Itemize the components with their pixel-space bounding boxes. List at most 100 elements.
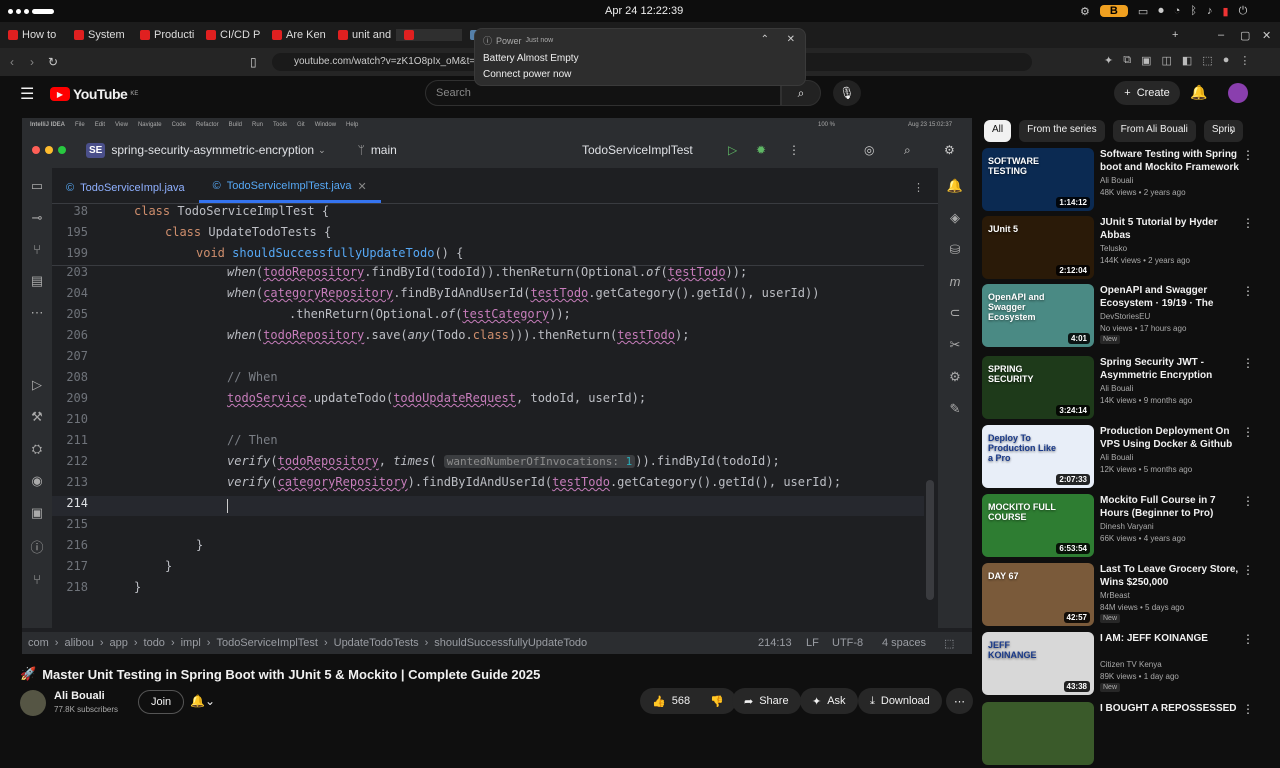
build-icon[interactable]: ⚒ [31,409,43,425]
breadcrumb-item[interactable]: todo [144,637,165,649]
mac-menu-item[interactable]: Build [229,122,242,128]
tab-todo-service-impl[interactable]: © TodoServiceImpl.java [52,173,199,203]
chip-spring[interactable]: Sprin [1203,120,1244,142]
mac-menu-item[interactable]: IntelliJ IDEA [30,122,65,128]
video-thumbnail[interactable]: MOCKITO FULL COURSE 6:53:54 [982,494,1094,557]
notifications-icon[interactable]: 🔔 [947,178,963,194]
channel-name[interactable]: Ali Bouali [54,690,105,702]
video-menu-icon[interactable]: ⋮ [1242,425,1254,439]
system-clock[interactable]: Apr 24 12:22:39 [605,5,683,17]
code-editor[interactable]: 38 class TodoServiceImplTest { 195 class U… [52,204,924,628]
plugin-icon[interactable]: ⚙ [949,369,961,385]
download-button[interactable]: ⤓ Download [858,688,942,714]
create-button[interactable]: + Create [1114,81,1180,105]
video-thumbnail[interactable]: SPRING SECURITY 3:24:14 [982,356,1094,419]
video-thumbnail[interactable]: SOFTWARE TESTING 1:14:12 [982,148,1094,211]
subscribe-bell-icon[interactable]: 🔔⌄ [190,694,215,708]
extension-icon[interactable]: ⧉ [1123,54,1131,67]
video-thumbnail[interactable] [982,702,1094,765]
mac-menu-item[interactable]: File [75,122,85,128]
bookmark-icon[interactable]: ▯ [250,55,257,69]
bluetooth-icon[interactable]: ᛒ [1190,5,1197,17]
wifi-icon[interactable]: ◔ [1174,5,1181,17]
run-icon[interactable]: ▷ [728,143,737,157]
extension-icon[interactable]: ▣ [1141,54,1151,67]
back-icon[interactable]: ‹ [10,55,14,69]
breadcrumb-item[interactable]: UpdateTodoTests [334,637,419,649]
more-tools-icon[interactable]: ⋯ [31,305,44,321]
mac-menu-item[interactable]: Tools [273,122,287,128]
join-button[interactable]: Join [138,690,185,714]
video-channel[interactable]: Ali Bouali [1100,176,1133,185]
editor-scrollbar[interactable] [926,480,934,600]
browser-tab[interactable] [396,29,462,41]
like-button[interactable]: 👍 568 👎 [640,688,736,714]
browser-tab[interactable]: Are Ken [264,29,330,41]
share-button[interactable]: ➦ Share [732,688,801,714]
line-separator[interactable]: LF [806,637,819,649]
project-name[interactable]: spring-security-asymmetric-encryption [111,143,314,157]
video-thumbnail[interactable]: Deploy To Production Like a Pro 2:07:33 [982,425,1094,488]
voice-search-button[interactable]: 🎙 [833,80,861,106]
video-title[interactable]: OpenAPI and Swagger Ecosystem · 19/19 · … [1100,284,1240,311]
video-title[interactable]: Spring Security JWT - Asymmetric Encrypt… [1100,356,1240,382]
breadcrumb-item[interactable]: app [109,637,127,649]
menu-icon[interactable]: ⋮ [1239,54,1250,67]
video-channel[interactable]: Citizen TV Kenya [1100,660,1162,669]
mac-menu-item[interactable]: Refactor [196,122,219,128]
collapse-icon[interactable]: ⌃ [761,34,769,45]
chip-channel[interactable]: From Ali Bouali [1112,120,1196,142]
browser-tab[interactable]: System [66,29,132,41]
indent-setting[interactable]: 4 spaces [882,637,926,649]
close-tab-icon[interactable]: ✕ [358,180,367,193]
video-menu-icon[interactable]: ⋮ [1242,148,1254,162]
recommended-video[interactable]: OpenAPI and Swagger Ecosystem 4:01 OpenAPI… [982,284,1276,350]
commit-icon[interactable]: ⊸ [32,210,43,226]
video-menu-icon[interactable]: ⋮ [1242,216,1254,230]
avatar[interactable] [1228,83,1248,103]
video-menu-icon[interactable]: ⋮ [1242,356,1254,370]
debug-tool-icon[interactable]: ◉ [31,473,42,489]
browser-tab[interactable]: unit and [330,29,396,41]
breadcrumb-item[interactable]: alibou [64,637,93,649]
video-channel[interactable]: Ali Bouali [1100,453,1133,462]
video-channel[interactable]: Dinesh Varyani [1100,522,1154,531]
workspace-dots[interactable] [8,8,54,14]
recommended-video[interactable]: I BOUGHT A REPOSSESSED ⋮ [982,702,1276,768]
recommended-video[interactable]: JUnit 5 2:12:04 JUnit 5 Tutorial by Hyder … [982,216,1276,282]
video-thumbnail[interactable]: OpenAPI and Swagger Ecosystem 4:01 [982,284,1094,347]
video-channel[interactable]: DevStoriesEU [1100,312,1150,321]
video-channel[interactable]: Telusko [1100,244,1127,253]
breadcrumb-item[interactable]: TodoServiceImplTest [216,637,318,649]
chip-series[interactable]: From the series [1019,120,1105,142]
mac-menu-item[interactable]: Git [297,122,305,128]
minimize-dot[interactable] [45,146,53,154]
run-tool-icon[interactable]: ▷ [32,377,42,393]
video-menu-icon[interactable]: ⋮ [1242,563,1254,577]
git-icon[interactable]: ⑂ [33,572,41,587]
reload-icon[interactable]: ↻ [48,55,58,69]
mac-menu-item[interactable]: Code [172,122,186,128]
extension-icon[interactable]: ⬚ [1202,54,1212,67]
video-menu-icon[interactable]: ⋮ [1242,494,1254,508]
tools-icon[interactable]: ✂ [950,337,961,353]
services-icon[interactable]: ⛭ [32,441,42,457]
hamburger-icon[interactable]: ☰ [20,84,34,104]
settings-icon[interactable]: ⚙ [1080,5,1090,18]
close-dot[interactable] [32,146,40,154]
chips-next-icon[interactable]: › [1230,124,1234,138]
chip-all[interactable]: All [984,120,1012,142]
tab-menu-icon[interactable]: ⋮ [913,181,924,194]
mac-menu-item[interactable]: View [115,122,128,128]
endpoints-icon[interactable]: ⊂ [950,305,961,321]
video-menu-icon[interactable]: ⋮ [1242,284,1254,298]
browser-tab[interactable]: CI/CD P [198,29,264,41]
battery-notification[interactable]: ⓘ Power Just now Battery Almost Empty Co… [474,28,806,86]
recommended-video[interactable]: MOCKITO FULL COURSE 6:53:54 Mockito Full C… [982,494,1276,560]
video-title[interactable]: Production Deployment On VPS Using Docke… [1100,425,1240,452]
ask-button[interactable]: ✦ Ask [800,688,858,714]
profile-icon[interactable]: ● [1223,54,1230,67]
database-icon[interactable]: ⛁ [950,242,961,258]
video-title[interactable]: Software Testing with Spring boot and Mo… [1100,148,1240,174]
volume-icon[interactable]: ♪ [1207,5,1213,17]
